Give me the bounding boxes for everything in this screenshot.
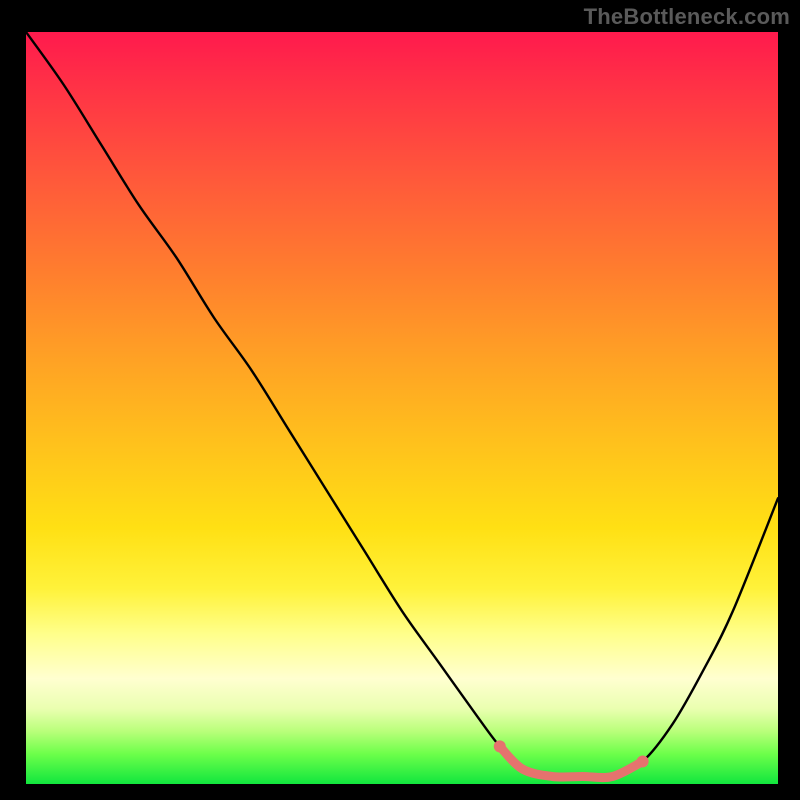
bottleneck-curve	[26, 32, 778, 778]
optimal-range-end-dot	[637, 755, 649, 767]
curve-layer	[26, 32, 778, 784]
chart-frame: TheBottleneck.com	[0, 0, 800, 800]
optimal-range-start-dot	[494, 740, 506, 752]
plot-area	[26, 32, 778, 784]
optimal-range-marker	[500, 746, 643, 777]
attribution-text: TheBottleneck.com	[584, 4, 790, 30]
